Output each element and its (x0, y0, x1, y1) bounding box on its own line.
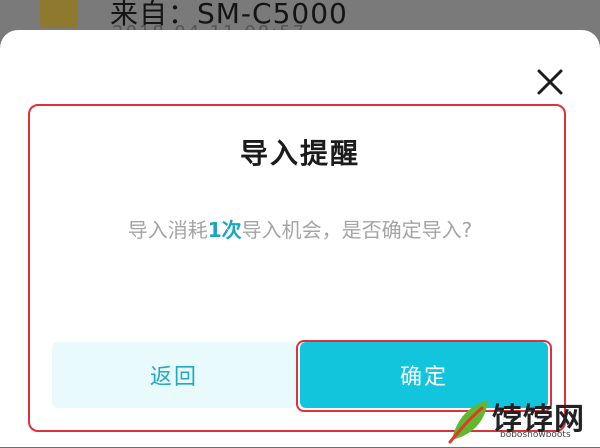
watermark-subtext: bobosnowboots (500, 430, 571, 440)
watermark: 饽饽网 bobosnowboots (446, 396, 596, 444)
leaf-logo-icon (448, 400, 488, 444)
dialog-message-prefix: 导入消耗 (127, 218, 208, 242)
dialog-message-suffix: 导入机会，是否确定导入? (241, 218, 473, 242)
close-button[interactable] (534, 66, 566, 98)
folder-icon (40, 0, 78, 28)
dialog-title: 导入提醒 (239, 137, 360, 170)
dialog-message-count: 1次 (207, 218, 242, 242)
close-icon (537, 69, 563, 95)
dialog-message: 导入消耗1次导入机会，是否确定导入? (0, 214, 600, 243)
back-button[interactable]: 返回 (52, 342, 296, 408)
